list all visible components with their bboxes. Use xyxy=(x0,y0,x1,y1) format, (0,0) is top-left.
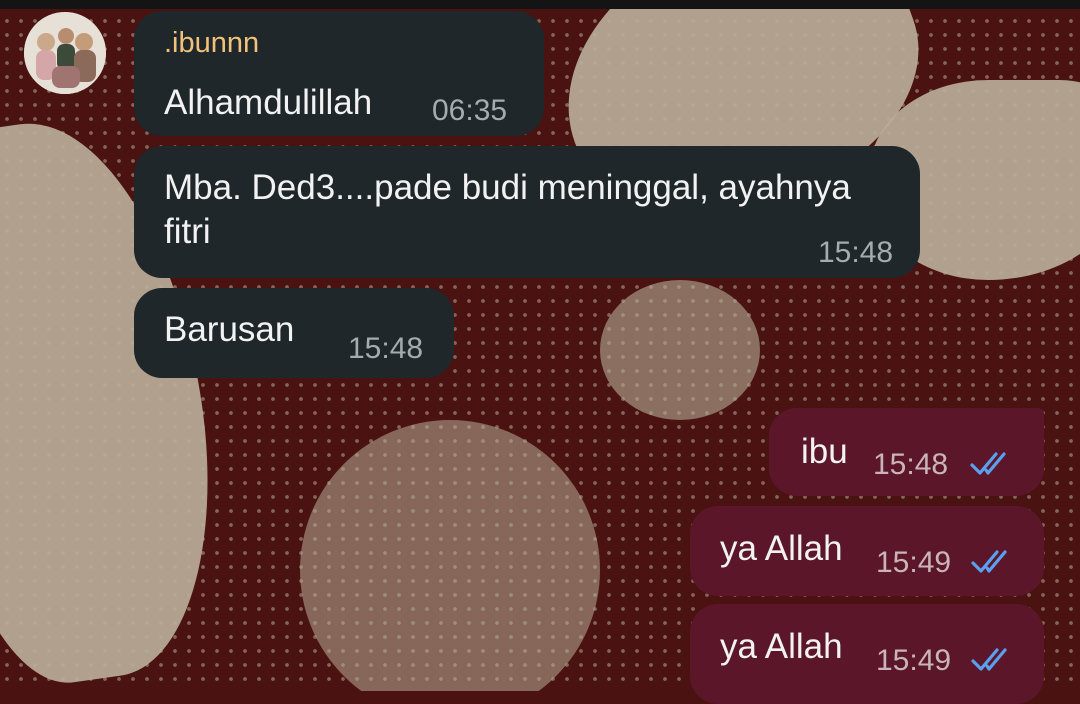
avatar[interactable] xyxy=(24,12,106,94)
status-strip xyxy=(0,0,1080,9)
message-text: Mba. Ded3....pade budi meninggal, ayahny… xyxy=(164,168,851,251)
message-bubble-outgoing[interactable]: ya Allah 15:49 xyxy=(690,604,1044,704)
sender-name[interactable]: .ibunnn xyxy=(164,27,259,60)
message-bubble-incoming[interactable]: Mba. Ded3....pade budi meninggal, ayahny… xyxy=(134,146,920,278)
profile-photo-icon xyxy=(24,12,106,94)
message-bubble-incoming[interactable]: .ibunnn Alhamdulillah 06:35 xyxy=(134,11,544,136)
double-check-icon xyxy=(971,648,1007,671)
message-text: ya Allah xyxy=(720,529,843,568)
message-bubble-outgoing[interactable]: ya Allah 15:49 xyxy=(690,506,1044,596)
message-bubble-incoming[interactable]: Barusan 15:48 xyxy=(134,288,454,378)
message-bubble-outgoing[interactable]: ibu 15:48 xyxy=(769,408,1044,496)
double-check-icon xyxy=(970,452,1006,475)
message-text: ya Allah xyxy=(720,627,843,666)
message-text: Alhamdulillah xyxy=(164,83,373,122)
message-time: 06:35 xyxy=(432,94,508,127)
message-time: 15:48 xyxy=(818,236,894,269)
double-check-icon xyxy=(971,550,1007,573)
message-time: 15:49 xyxy=(876,546,952,579)
message-time: 15:49 xyxy=(876,644,952,677)
message-text: Barusan xyxy=(164,310,295,349)
message-time: 15:48 xyxy=(348,332,424,365)
message-text: ibu xyxy=(801,432,848,471)
message-time: 15:48 xyxy=(873,448,949,481)
